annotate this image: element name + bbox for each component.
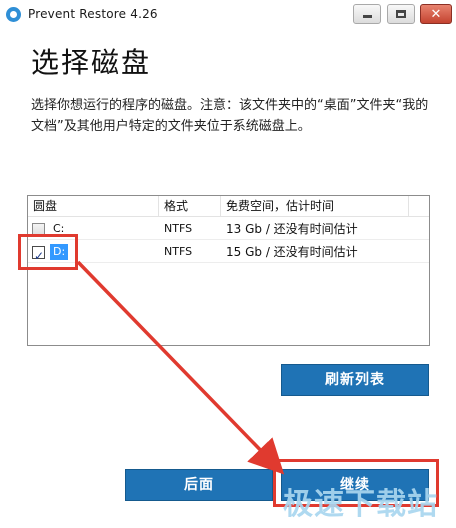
disk-row-d[interactable]: ✓ D: NTFS 15 Gb / 还没有时间估计 (28, 241, 429, 263)
minimize-icon (362, 15, 372, 18)
free-space-cell: 13 Gb / 还没有时间估计 (226, 222, 358, 236)
page-title: 选择磁盘 (31, 46, 152, 79)
disk-cell: C: (28, 218, 159, 240)
column-header-free-space[interactable]: 免费空间，估计时间 (221, 196, 409, 217)
window-title: Prevent Restore 4.26 (28, 7, 158, 21)
drive-label: D: (50, 244, 69, 260)
disk-cell: ✓ D: (28, 241, 159, 263)
close-icon: ✕ (430, 6, 442, 22)
disk-checkbox-c[interactable] (32, 223, 45, 236)
drive-label: C: (53, 222, 65, 235)
close-button[interactable]: ✕ (420, 4, 452, 24)
installer-window: Prevent Restore 4.26 ✕ 选择磁盘 选择你想运行的程序的磁盘… (0, 0, 456, 528)
disk-checkbox-d[interactable]: ✓ (32, 246, 45, 263)
minimize-button[interactable] (353, 4, 381, 24)
column-header-format[interactable]: 格式 (159, 196, 221, 217)
title-bar: Prevent Restore 4.26 ✕ (0, 0, 456, 30)
free-space-cell: 15 Gb / 还没有时间估计 (226, 245, 358, 259)
check-icon: ✓ (34, 249, 45, 263)
column-header-disk[interactable]: 圆盘 (28, 196, 159, 217)
app-icon (6, 7, 21, 22)
format-cell: NTFS (164, 245, 193, 258)
refresh-list-button[interactable]: 刷新列表 (281, 364, 429, 396)
maximize-button[interactable] (387, 4, 415, 24)
disk-list[interactable]: 圆盘 格式 免费空间，估计时间 C: NTFS 13 Gb / 还没有时间估计 … (27, 195, 430, 346)
page-description: 选择你想运行的程序的磁盘。注意：该文件夹中的“桌面”文件夹“我的文档”及其他用户… (31, 98, 429, 134)
format-cell: NTFS (164, 222, 193, 235)
maximize-icon (396, 10, 406, 18)
disk-row-c[interactable]: C: NTFS 13 Gb / 还没有时间估计 (28, 218, 429, 240)
watermark: 极速下载站 (283, 487, 438, 522)
list-header: 圆盘 格式 免费空间，估计时间 (28, 196, 429, 217)
back-button[interactable]: 后面 (125, 469, 273, 501)
